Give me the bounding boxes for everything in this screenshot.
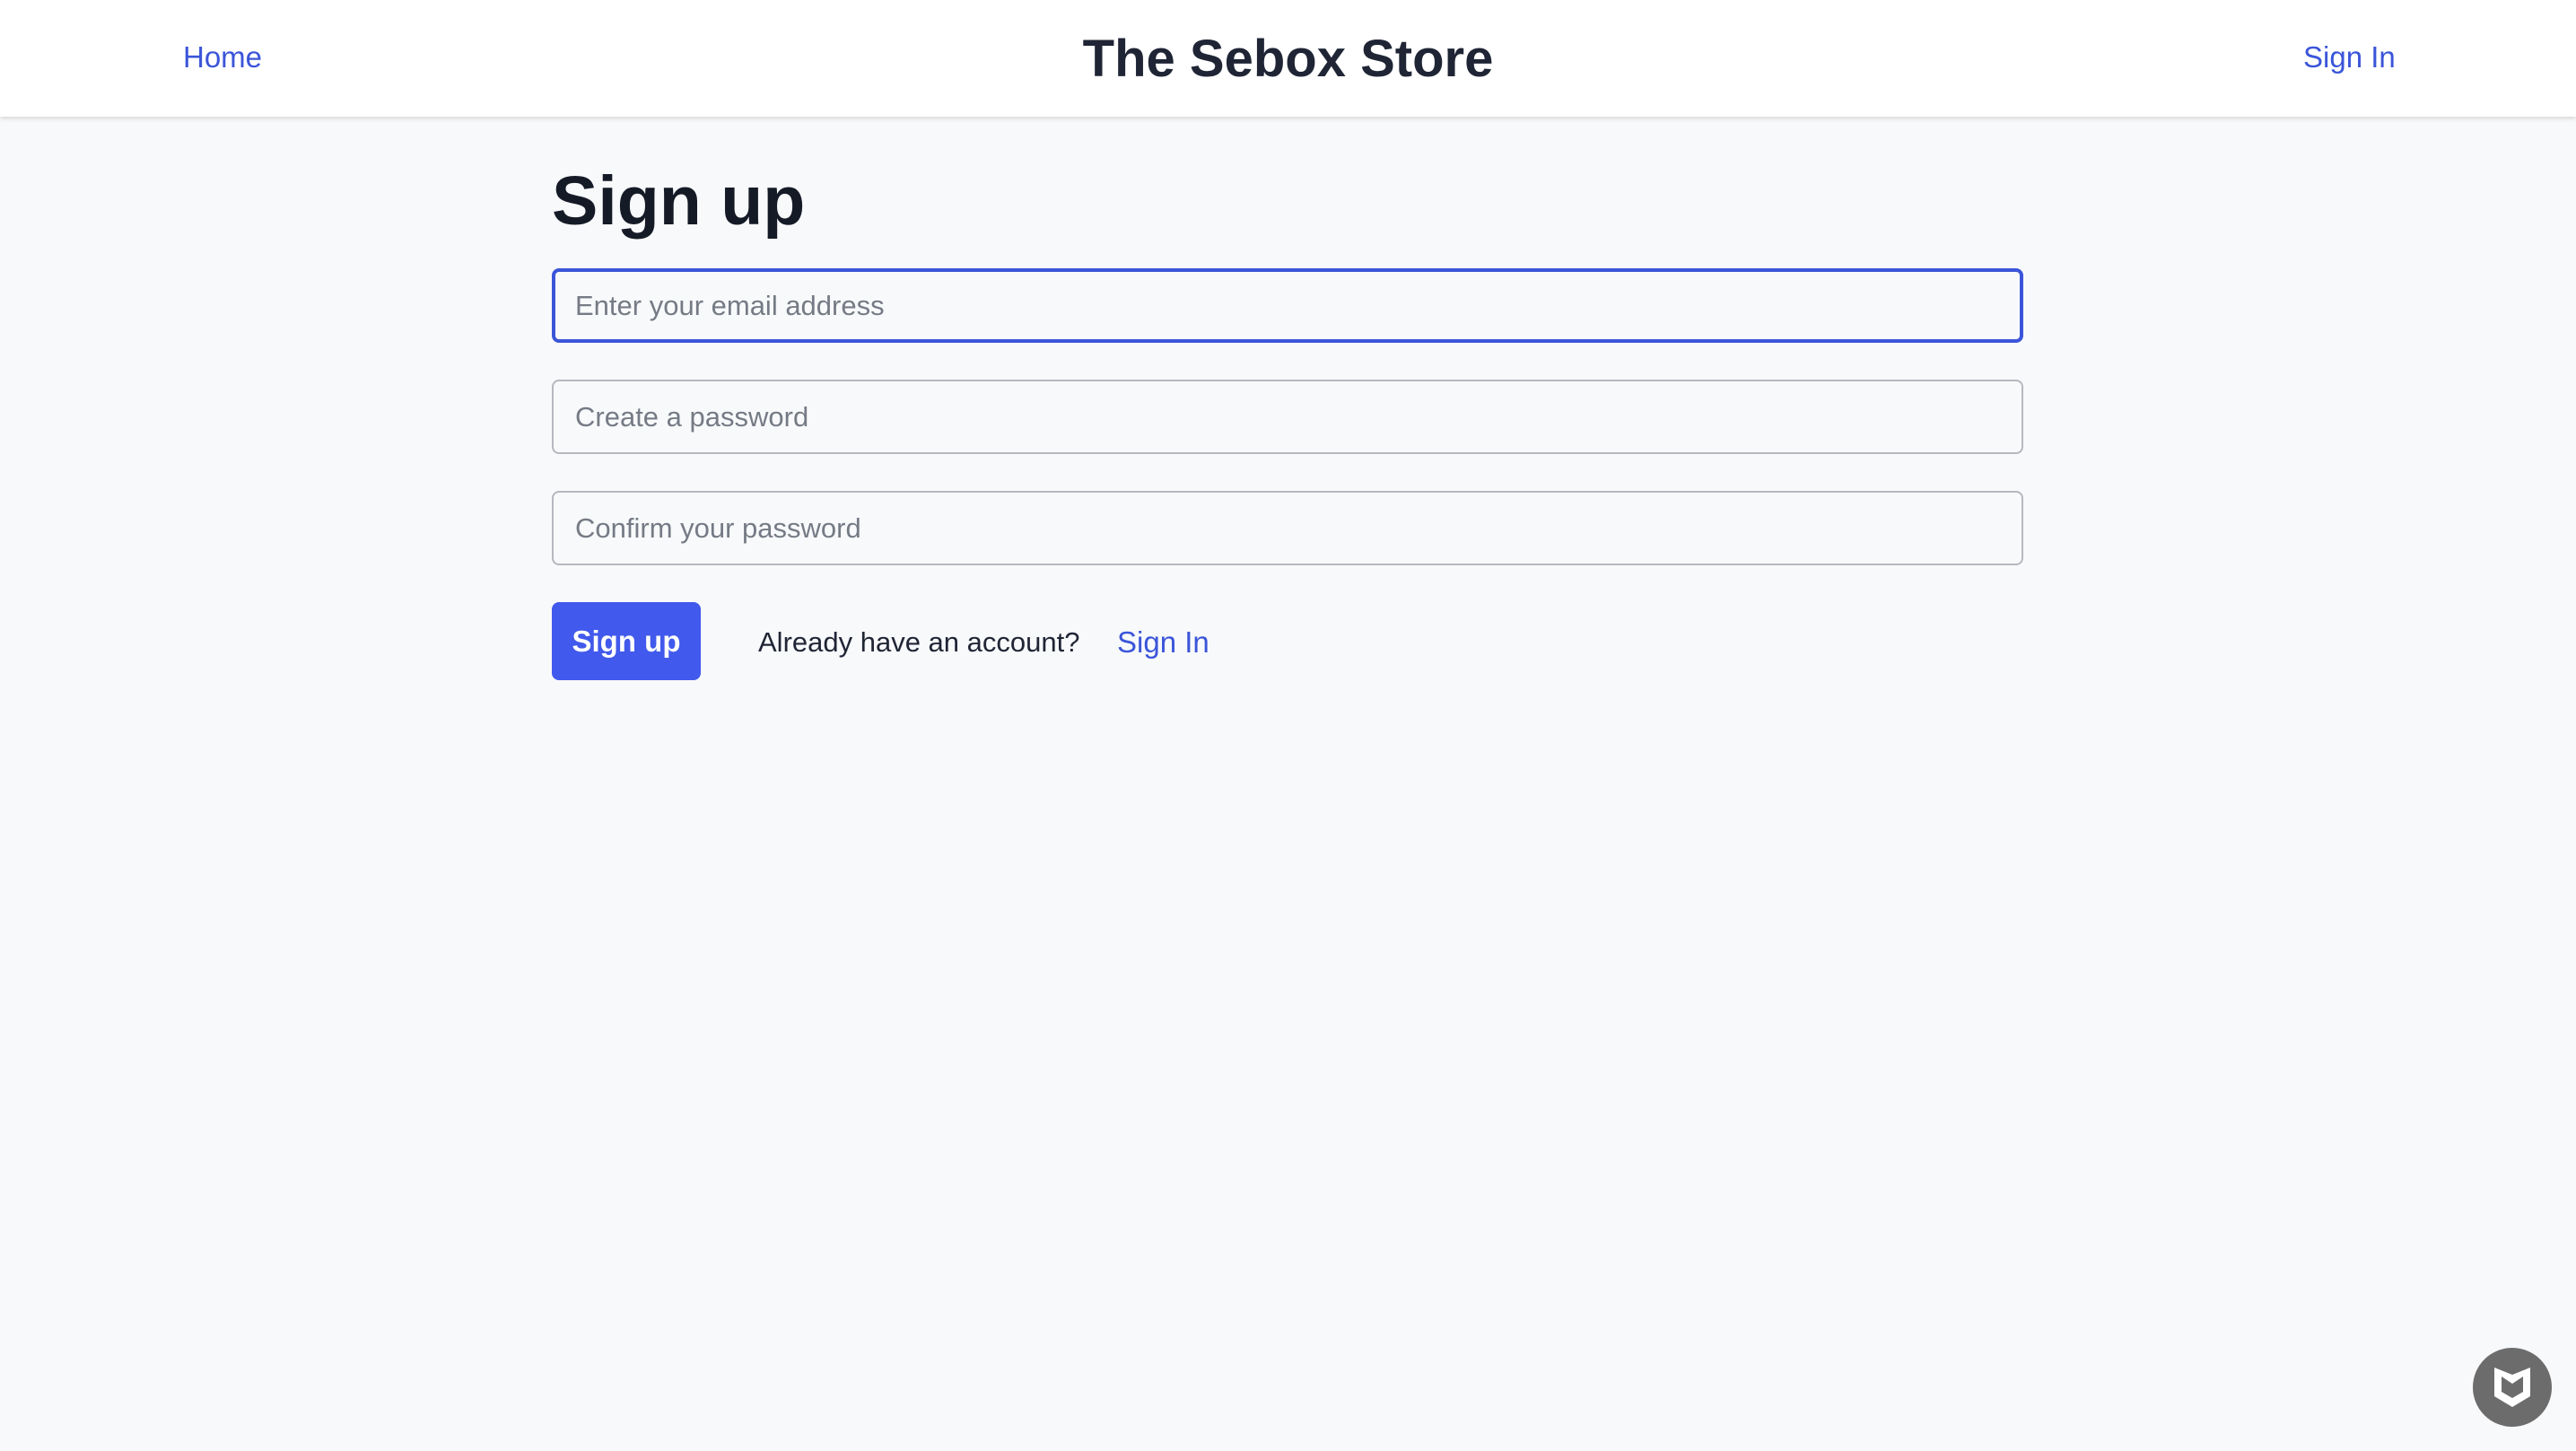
header-signin-link[interactable]: Sign In — [2303, 39, 2396, 75]
shield-badge-icon — [2494, 1368, 2530, 1407]
store-brand-title: The Sebox Store — [1082, 30, 1494, 88]
signup-submit-button[interactable]: Sign up — [552, 602, 701, 680]
top-navbar: Home The Sebox Store Sign In — [0, 0, 2576, 117]
signin-link[interactable]: Sign In — [1117, 625, 1209, 660]
confirm-password-input[interactable] — [552, 491, 2023, 565]
page-title: Sign up — [552, 162, 806, 240]
have-account-text: Already have an account? — [758, 626, 1080, 658]
floating-shield-badge[interactable] — [2473, 1348, 2552, 1427]
password-input[interactable] — [552, 380, 2023, 454]
email-input[interactable] — [552, 268, 2023, 343]
